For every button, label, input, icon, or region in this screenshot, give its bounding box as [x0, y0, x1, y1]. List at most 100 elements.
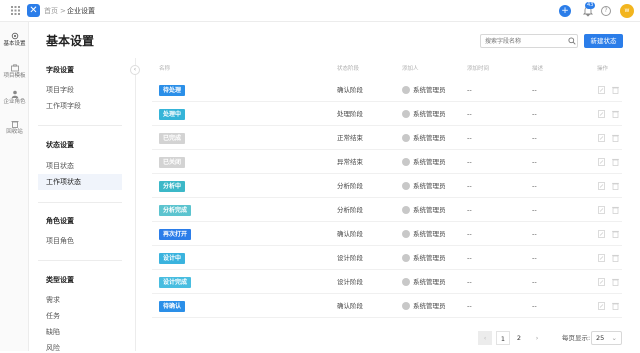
- status-tag: 分析完成: [159, 205, 192, 216]
- subnav-item-defect[interactable]: 缺陷: [46, 328, 60, 337]
- per-page-label: 每页显示:: [562, 334, 591, 342]
- status-tag: 再次打开: [159, 229, 192, 240]
- pagination-prev[interactable]: ‹: [478, 331, 492, 345]
- owner-avatar-icon: [402, 278, 410, 286]
- app-grid-icon[interactable]: [11, 6, 20, 15]
- trash-icon[interactable]: [612, 110, 619, 118]
- status-time: --: [467, 182, 472, 190]
- subnav-divider: [38, 125, 122, 126]
- new-status-button[interactable]: 新建状态: [584, 34, 623, 48]
- owner-avatar-icon: [402, 206, 410, 214]
- subnav-divider: [38, 202, 122, 203]
- trash-icon[interactable]: [612, 278, 619, 286]
- status-time: --: [467, 158, 472, 166]
- status-owner: 系统管理员: [413, 182, 446, 190]
- pagination-page-1[interactable]: 1: [496, 331, 510, 345]
- edit-icon[interactable]: [598, 302, 605, 310]
- edit-icon[interactable]: [598, 86, 605, 94]
- table-row: 再次打开 确认阶段 系统管理员 -- --: [152, 222, 622, 246]
- pagination-next[interactable]: ›: [530, 331, 544, 345]
- subnav-item-workitem-fields[interactable]: 工作项字段: [46, 102, 81, 111]
- table-row: 待处理 确认阶段 系统管理员 -- --: [152, 78, 622, 102]
- subnav-heading-roles: 角色设置: [46, 217, 74, 225]
- trash-icon[interactable]: [612, 158, 619, 166]
- trash-icon[interactable]: [612, 206, 619, 214]
- search-icon[interactable]: [568, 37, 576, 45]
- subnav-item-workitem-status[interactable]: 工作项状态: [46, 178, 81, 187]
- trash-icon[interactable]: [612, 302, 619, 310]
- edit-icon[interactable]: [598, 278, 605, 286]
- collapse-subnav-button[interactable]: ‹: [130, 65, 140, 75]
- edit-icon[interactable]: [598, 182, 605, 190]
- nav-item-recycle-bin[interactable]: 回收站: [0, 120, 29, 144]
- table-row: 已关闭 异常结束 系统管理员 -- --: [152, 150, 622, 174]
- trash-icon[interactable]: [612, 182, 619, 190]
- edit-icon[interactable]: [598, 134, 605, 142]
- table-row: 分析中 分析阶段 系统管理员 -- --: [152, 174, 622, 198]
- page-title: 基本设置: [46, 34, 95, 48]
- subnav-item-project-fields[interactable]: 项目字段: [46, 86, 74, 95]
- status-stage: 分析阶段: [337, 182, 363, 190]
- subnav-item-requirement[interactable]: 需求: [46, 296, 60, 305]
- status-stage: 确认阶段: [337, 302, 363, 310]
- nav-item-label: 回收站: [6, 129, 23, 135]
- nav-item-label: 企业角色: [3, 99, 26, 105]
- pagination-page-2[interactable]: 2: [512, 331, 526, 345]
- status-time: --: [467, 302, 472, 310]
- trash-icon: [11, 121, 18, 128]
- status-time: --: [467, 206, 472, 214]
- column-header-actions: 操作: [597, 66, 609, 72]
- status-owner: 系统管理员: [413, 278, 446, 286]
- trash-icon[interactable]: [612, 86, 619, 94]
- column-header-time: 添加时间: [467, 66, 490, 72]
- nav-item-enterprise-roles[interactable]: 企业角色: [0, 90, 29, 114]
- subnav-item-project-status[interactable]: 项目状态: [46, 162, 74, 171]
- gear-icon: [11, 32, 18, 40]
- column-header-owner: 添加人: [402, 66, 419, 72]
- app-logo[interactable]: ✕: [27, 4, 40, 17]
- edit-icon[interactable]: [598, 206, 605, 214]
- avatar[interactable]: w: [620, 4, 634, 18]
- status-stage: 正常结束: [337, 134, 363, 142]
- status-time: --: [467, 278, 472, 286]
- trash-icon[interactable]: [612, 254, 619, 262]
- status-owner: 系统管理员: [413, 158, 446, 166]
- status-tag: 分析中: [159, 181, 186, 192]
- per-page-select[interactable]: 25 ⌄: [591, 331, 622, 345]
- status-description: --: [532, 134, 537, 142]
- status-time: --: [467, 134, 472, 142]
- nav-item-project-templates[interactable]: 项目模板: [0, 64, 29, 88]
- status-time: --: [467, 254, 472, 262]
- status-description: --: [532, 278, 537, 286]
- breadcrumb-home[interactable]: 首页: [44, 6, 58, 16]
- status-tag: 设计中: [159, 253, 186, 264]
- search-input[interactable]: [480, 34, 578, 48]
- nav-item-basic-settings[interactable]: 基本设置: [0, 32, 29, 56]
- status-description: --: [532, 158, 537, 166]
- edit-icon[interactable]: [598, 110, 605, 118]
- breadcrumb-current: 企业设置: [67, 7, 95, 15]
- owner-avatar-icon: [402, 302, 410, 310]
- status-description: --: [532, 206, 537, 214]
- trash-icon[interactable]: [612, 230, 619, 238]
- table-row: 已完成 正常结束 系统管理员 -- --: [152, 126, 622, 150]
- trash-icon[interactable]: [612, 134, 619, 142]
- status-description: --: [532, 86, 537, 94]
- edit-icon[interactable]: [598, 230, 605, 238]
- add-button[interactable]: +: [559, 5, 571, 17]
- breadcrumb-separator: >: [60, 7, 66, 15]
- subnav-divider: [38, 260, 122, 261]
- table-row: 设计完成 设计阶段 系统管理员 -- --: [152, 270, 622, 294]
- subnav-item-project-roles[interactable]: 项目角色: [46, 237, 74, 246]
- chevron-down-icon: ⌄: [611, 334, 617, 342]
- table-row: 分析完成 分析阶段 系统管理员 -- --: [152, 198, 622, 222]
- settings-subnav: 字段设置 项目字段 工作项字段 状态设置 项目状态 工作项状态 角色设置 项目角…: [36, 58, 136, 353]
- status-tag: 已完成: [159, 133, 186, 144]
- status-description: --: [532, 302, 537, 310]
- subnav-item-risk[interactable]: 风险: [46, 344, 60, 353]
- subnav-item-task[interactable]: 任务: [46, 312, 60, 321]
- status-owner: 系统管理员: [413, 86, 446, 94]
- help-icon[interactable]: ?: [601, 6, 611, 16]
- edit-icon[interactable]: [598, 254, 605, 262]
- edit-icon[interactable]: [598, 158, 605, 166]
